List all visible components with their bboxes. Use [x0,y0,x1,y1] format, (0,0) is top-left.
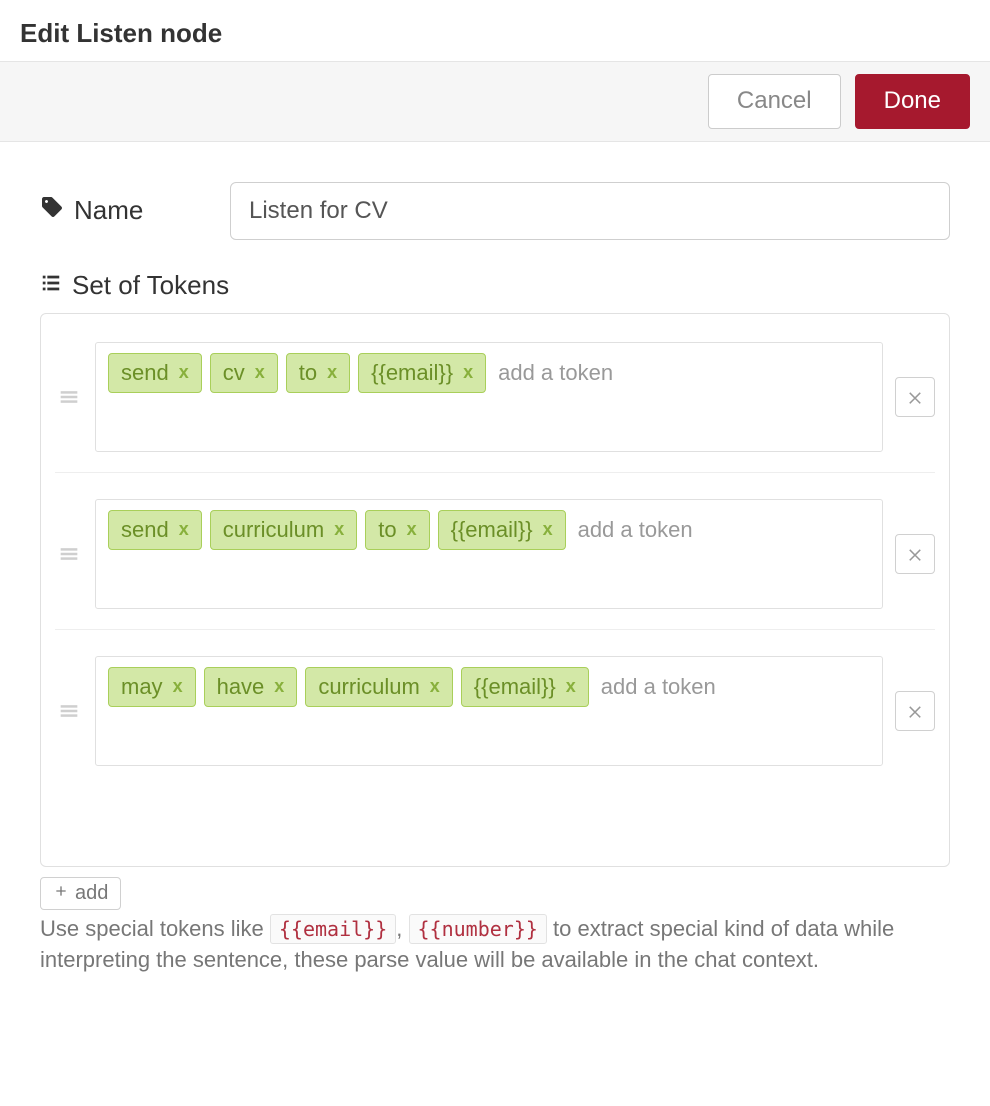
token-text: {{email}} [474,674,556,700]
token-tag: {{email}} x [461,667,589,707]
delete-row-button[interactable] [895,534,935,574]
add-row-button[interactable]: add [40,877,121,910]
token-text: {{email}} [451,517,533,543]
done-button[interactable]: Done [855,74,970,129]
token-tag: sendx [108,353,202,393]
token-text: to [378,517,396,543]
add-token-placeholder[interactable]: add a token [494,354,617,392]
token-remove-icon[interactable]: x [179,519,189,541]
token-remove-icon[interactable]: x [543,519,553,541]
token-remove-icon[interactable]: x [463,362,473,384]
token-text: send [121,360,169,386]
name-input[interactable] [230,182,950,240]
tokens-section-label: Set of Tokens [40,270,950,301]
help-sep: , [396,916,408,941]
tokens-panel: sendxcvxtox{{email}}xadd a tokensendxcur… [40,313,950,867]
token-text: have [217,674,265,700]
token-text: send [121,517,169,543]
drag-handle-icon[interactable] [55,387,83,407]
token-text: cv [223,360,245,386]
help-token-email: {{email}} [270,914,396,944]
token-row: sendxcvxtox{{email}}xadd a token [55,334,935,473]
help-token-number: {{number}} [409,914,547,944]
dialog-actions: Cancel Done [0,62,990,142]
plus-icon [53,882,69,905]
dialog-header: Edit Listen node [0,0,990,62]
token-tag: mayx [108,667,196,707]
name-label-text: Name [74,195,143,226]
name-field-label: Name [40,195,210,226]
token-tag: {{email}} x [438,510,566,550]
token-remove-icon[interactable]: x [179,362,189,384]
token-text: curriculum [223,517,324,543]
name-field-row: Name [40,182,950,240]
dialog-title: Edit Listen node [20,18,222,48]
token-remove-icon[interactable]: x [566,676,576,698]
token-input-box[interactable]: sendxcvxtox{{email}}xadd a token [95,342,883,452]
token-remove-icon[interactable]: x [255,362,265,384]
cancel-button[interactable]: Cancel [708,74,841,129]
token-tag: curriculum x [305,667,452,707]
help-prefix: Use special tokens like [40,916,270,941]
token-text: curriculum [318,674,419,700]
token-remove-icon[interactable]: x [430,676,440,698]
help-text: Use special tokens like {{email}}, {{num… [40,914,950,976]
token-row: mayxhavexcurriculumx{{email}}xadd a toke… [55,648,935,786]
token-tag: cvx [210,353,278,393]
edit-listen-dialog: Edit Listen node Cancel Done Name Set of… [0,0,990,995]
drag-handle-icon[interactable] [55,544,83,564]
token-tag: {{email}} x [358,353,486,393]
add-token-placeholder[interactable]: add a token [574,511,697,549]
token-input-box[interactable]: mayxhavexcurriculumx{{email}}xadd a toke… [95,656,883,766]
tag-icon [40,195,64,226]
delete-row-button[interactable] [895,377,935,417]
token-row: sendxcurriculumxtox{{email}}xadd a token [55,491,935,630]
token-remove-icon[interactable]: x [407,519,417,541]
dialog-body: Name Set of Tokens sendxcvxtox{{email}}x… [0,142,990,996]
token-tag: tox [286,353,350,393]
token-remove-icon[interactable]: x [334,519,344,541]
drag-handle-icon[interactable] [55,701,83,721]
token-tag: havex [204,667,298,707]
add-token-placeholder[interactable]: add a token [597,668,720,706]
token-text: may [121,674,163,700]
list-icon [40,270,62,301]
token-text: to [299,360,317,386]
delete-row-button[interactable] [895,691,935,731]
token-remove-icon[interactable]: x [173,676,183,698]
token-input-box[interactable]: sendxcurriculumxtox{{email}}xadd a token [95,499,883,609]
token-tag: curriculum x [210,510,357,550]
token-text: {{email}} [371,360,453,386]
tokens-label-text: Set of Tokens [72,270,229,301]
token-tag: tox [365,510,429,550]
token-remove-icon[interactable]: x [327,362,337,384]
add-row-label: add [75,882,108,905]
token-tag: sendx [108,510,202,550]
token-remove-icon[interactable]: x [274,676,284,698]
